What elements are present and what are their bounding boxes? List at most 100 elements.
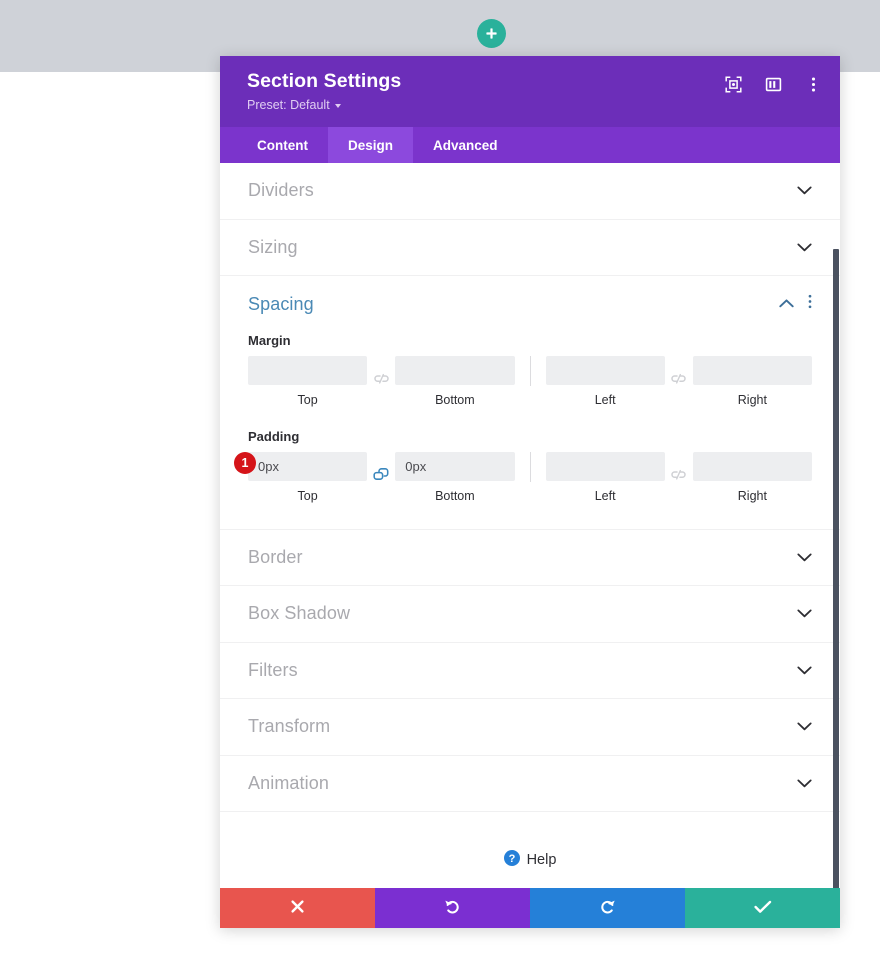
section-row-animation[interactable]: Animation xyxy=(220,756,840,812)
divider xyxy=(529,451,531,482)
preset-label: Preset: Default xyxy=(247,98,330,112)
padding-top-caption: Top xyxy=(297,488,318,503)
layout-panel-icon[interactable] xyxy=(764,75,782,93)
undo-arrow-icon xyxy=(444,898,461,918)
section-row-transform[interactable]: Transform xyxy=(220,699,840,756)
margin-left-input[interactable] xyxy=(545,355,665,385)
chevron-down-icon xyxy=(797,186,812,195)
padding-right-input[interactable] xyxy=(692,451,812,481)
margin-right-input[interactable] xyxy=(692,355,812,385)
question-circle-icon: ? xyxy=(503,849,520,871)
chevron-down-icon xyxy=(797,553,812,562)
padding-vertical-group: Top Bottom xyxy=(248,451,515,503)
tab-content[interactable]: Content xyxy=(237,127,328,163)
status-badge: 1 xyxy=(234,451,256,474)
padding-horizontal-link-toggle[interactable] xyxy=(665,463,693,492)
tab-bar: Content Design Advanced xyxy=(220,127,840,163)
plus-icon xyxy=(485,27,498,40)
section-row-dividers[interactable]: Dividers xyxy=(220,163,840,220)
margin-left-caption: Left xyxy=(594,392,616,407)
svg-text:?: ? xyxy=(508,853,515,865)
margin-field-group: Top Bottom Left Right xyxy=(248,355,812,407)
chevron-down-icon xyxy=(797,779,812,788)
section-row-border[interactable]: Border xyxy=(220,530,840,586)
section-label: Dividers xyxy=(248,180,314,201)
chevron-down-icon xyxy=(797,609,812,618)
preset-selector[interactable]: Preset: Default xyxy=(247,97,341,113)
scrollbar[interactable] xyxy=(833,163,840,888)
tab-design[interactable]: Design xyxy=(328,127,414,163)
chevron-up-icon[interactable] xyxy=(779,295,794,313)
chevron-down-icon xyxy=(797,243,812,252)
padding-left-caption: Left xyxy=(594,488,616,503)
section-row-box-shadow[interactable]: Box Shadow xyxy=(220,586,840,643)
divider xyxy=(529,355,531,386)
check-icon xyxy=(753,900,772,917)
redo-button[interactable] xyxy=(530,888,685,928)
margin-bottom-caption: Bottom xyxy=(435,392,475,407)
x-icon xyxy=(290,899,305,917)
header-icon-group xyxy=(724,75,822,93)
padding-bottom-wrap: Bottom xyxy=(395,451,515,503)
focus-target-icon[interactable] xyxy=(724,75,742,93)
kebab-menu-icon[interactable] xyxy=(808,294,812,314)
scrollbar-thumb[interactable] xyxy=(833,249,839,888)
padding-right-caption: Right xyxy=(737,488,767,503)
padding-top-input[interactable] xyxy=(248,451,368,481)
section-label: Animation xyxy=(248,772,329,793)
margin-left-wrap: Left xyxy=(545,355,665,407)
section-spacing-header[interactable]: Spacing xyxy=(248,276,812,333)
margin-vertical-group: Top Bottom xyxy=(248,355,515,407)
margin-label: Margin xyxy=(248,332,291,348)
modal-footer xyxy=(220,888,840,928)
margin-top-input[interactable] xyxy=(248,355,368,385)
section-label: Box Shadow xyxy=(248,603,351,624)
margin-horizontal-link-toggle[interactable] xyxy=(665,367,693,396)
undo-button[interactable] xyxy=(375,888,530,928)
section-row-filters[interactable]: Filters xyxy=(220,643,840,699)
chevron-down-icon xyxy=(797,722,812,731)
padding-bottom-input[interactable] xyxy=(395,451,515,481)
save-button[interactable] xyxy=(685,888,840,928)
chevron-down-icon xyxy=(334,104,341,108)
padding-label: Padding xyxy=(248,428,300,444)
section-label: Border xyxy=(248,546,303,567)
padding-right-wrap: Right xyxy=(692,451,812,503)
kebab-menu-icon[interactable] xyxy=(804,75,822,93)
chain-broken-icon xyxy=(374,372,389,390)
chain-broken-icon xyxy=(671,372,686,390)
section-label: Spacing xyxy=(248,293,314,314)
section-label: Filters xyxy=(248,659,298,680)
padding-top-wrap: Top xyxy=(248,451,368,503)
margin-bottom-input[interactable] xyxy=(395,355,515,385)
margin-top-wrap: Top xyxy=(248,355,368,407)
margin-top-caption: Top xyxy=(297,392,318,407)
section-settings-modal: Section Settings Preset: Default Content… xyxy=(220,56,840,928)
modal-header: Section Settings Preset: Default xyxy=(220,56,840,127)
cancel-button[interactable] xyxy=(220,888,375,928)
settings-scroll-area: Dividers Sizing Spacing Margin Top Botto… xyxy=(220,163,840,888)
padding-horizontal-group: Left Right xyxy=(545,451,812,503)
help-link[interactable]: ? Help xyxy=(503,849,557,871)
padding-left-wrap: Left xyxy=(545,451,665,503)
section-spacing-controls xyxy=(779,294,812,314)
margin-right-caption: Right xyxy=(737,392,767,407)
margin-right-wrap: Right xyxy=(692,355,812,407)
margin-bottom-wrap: Bottom xyxy=(395,355,515,407)
redo-arrow-icon xyxy=(599,898,616,918)
section-label: Sizing xyxy=(248,236,298,257)
chain-linked-icon xyxy=(373,468,389,486)
help-label: Help xyxy=(526,852,557,868)
padding-vertical-link-toggle[interactable] xyxy=(367,463,395,492)
tab-advanced[interactable]: Advanced xyxy=(413,127,518,163)
section-label: Transform xyxy=(248,716,331,737)
padding-bottom-caption: Bottom xyxy=(435,488,475,503)
padding-left-input[interactable] xyxy=(545,451,665,481)
margin-vertical-link-toggle[interactable] xyxy=(367,367,395,396)
margin-horizontal-group: Left Right xyxy=(545,355,812,407)
section-row-sizing[interactable]: Sizing xyxy=(220,220,840,276)
chevron-down-icon xyxy=(797,666,812,675)
help-zone: ? Help xyxy=(220,812,840,888)
add-section-button[interactable] xyxy=(477,19,506,48)
chain-broken-icon xyxy=(671,468,686,486)
